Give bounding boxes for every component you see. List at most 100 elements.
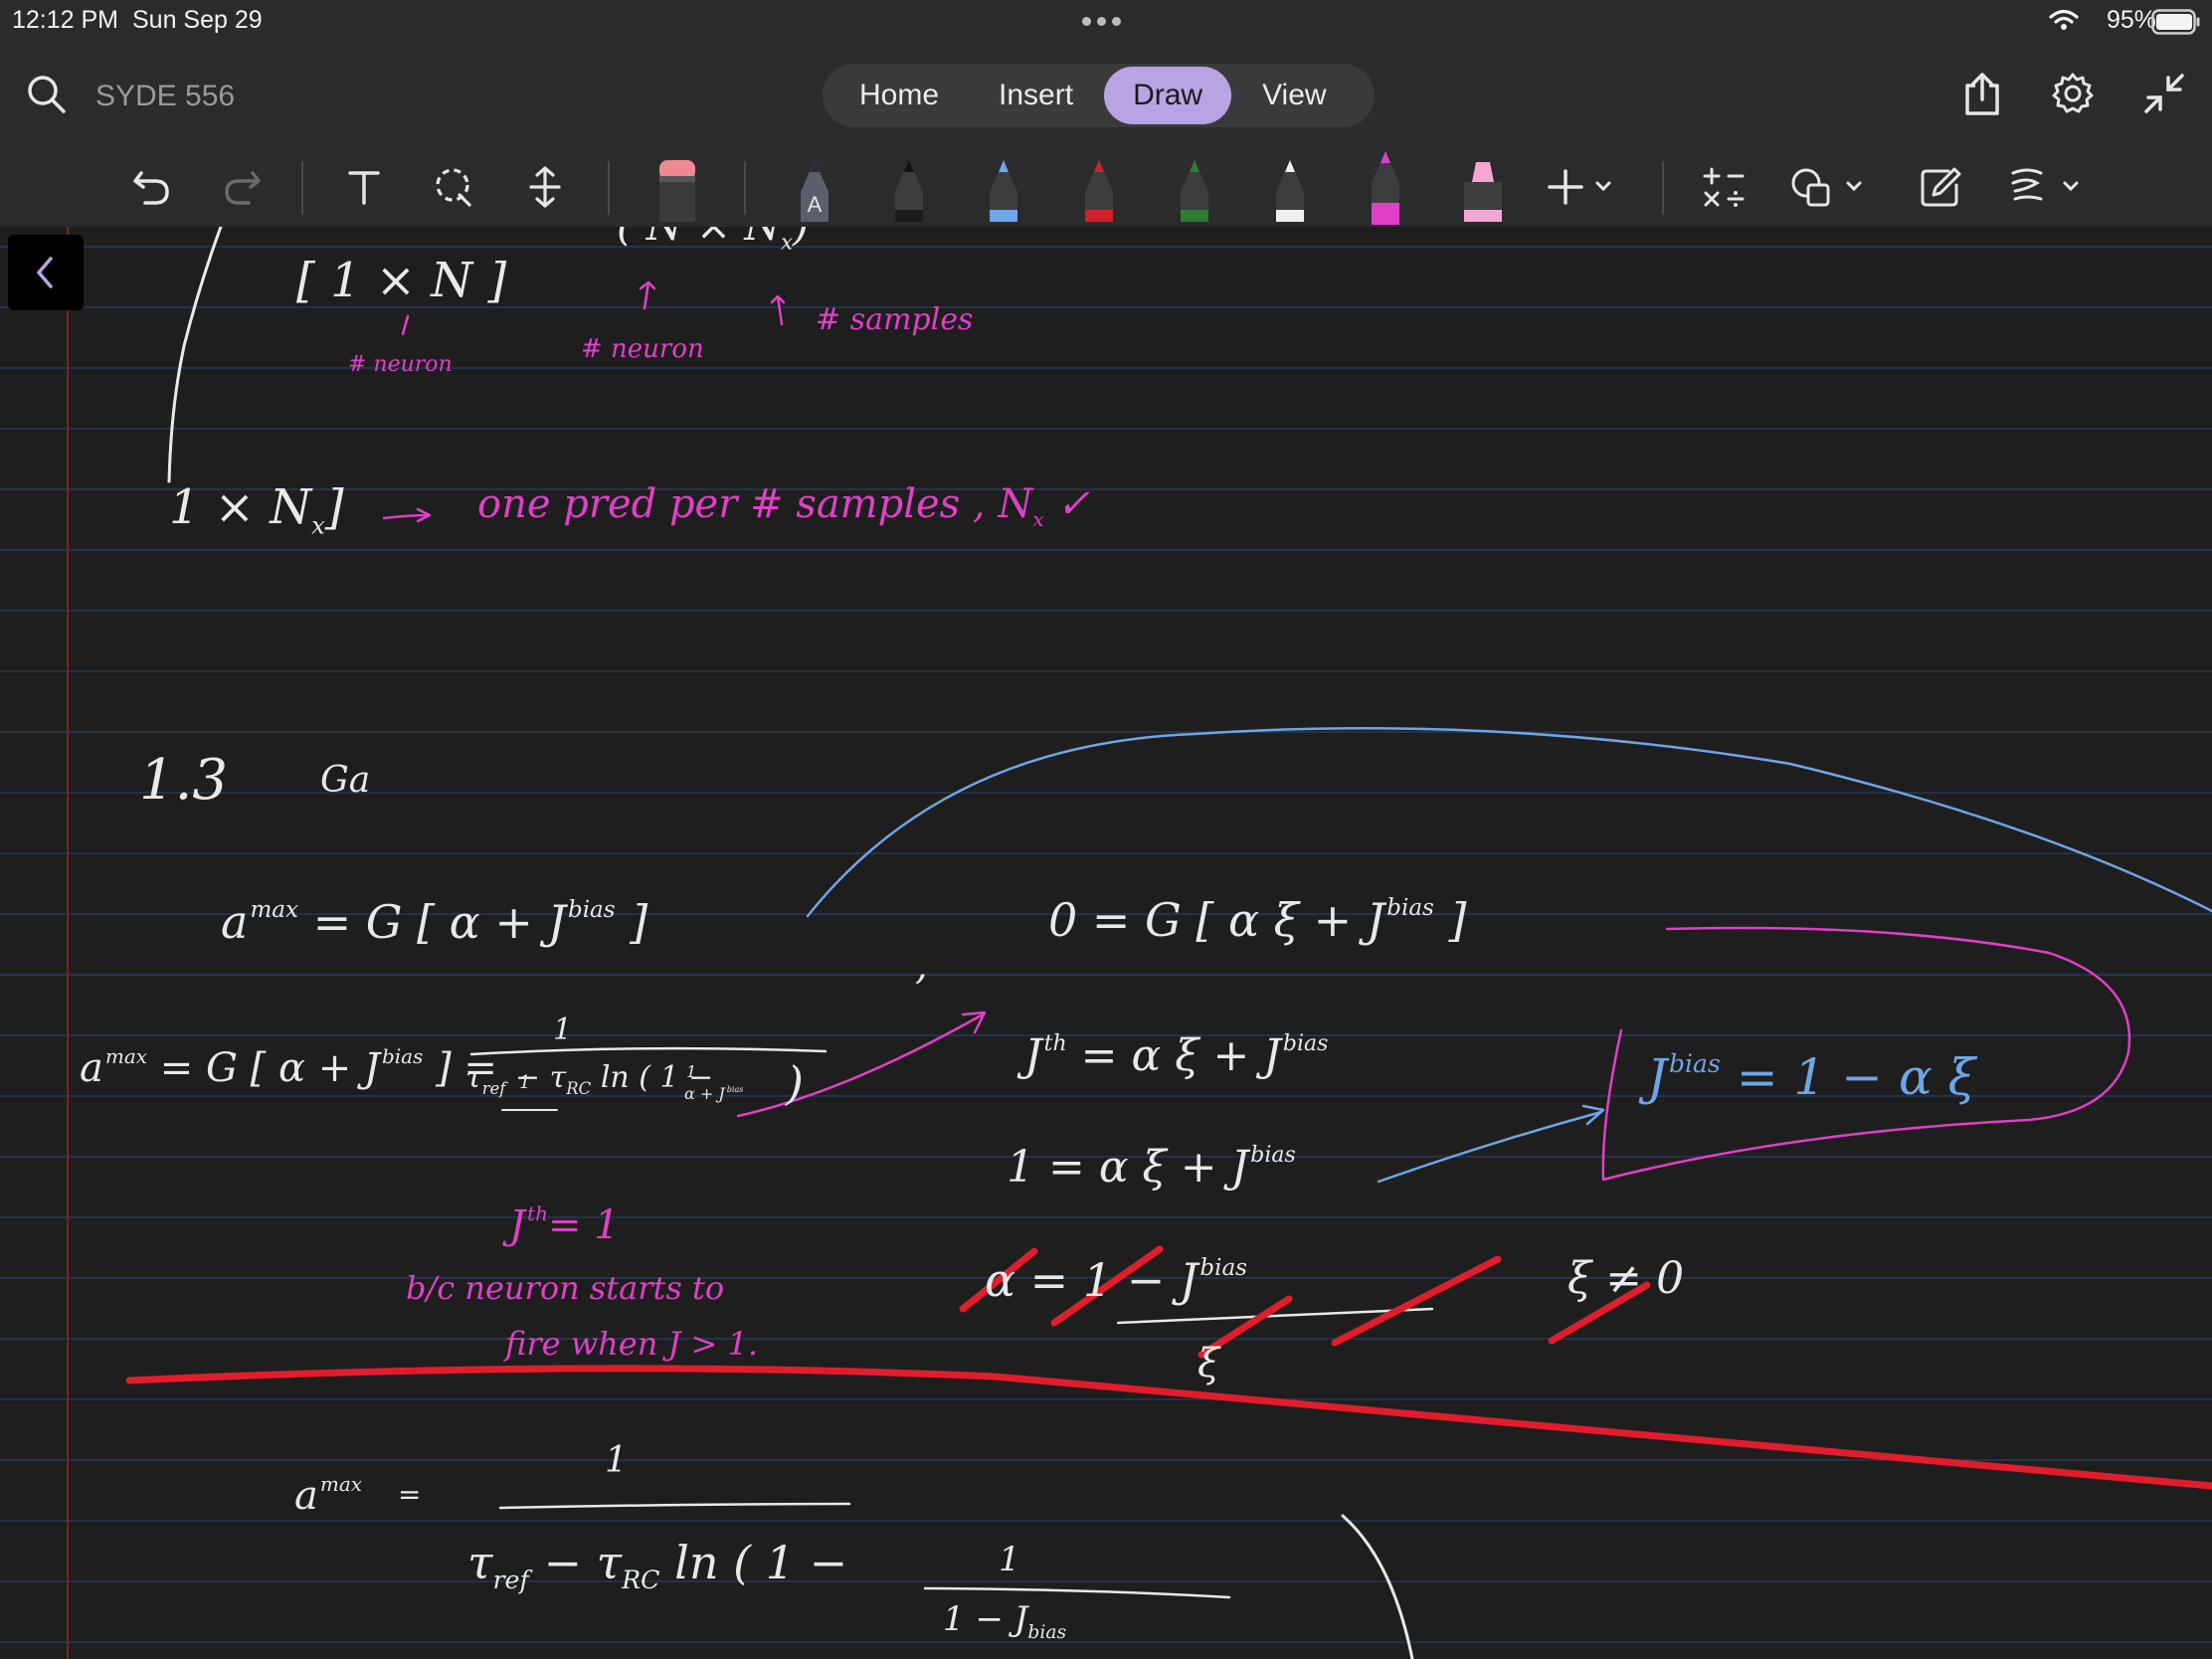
eq-comma: , — [915, 943, 928, 989]
matrix-NxNx-text: ( N × N — [617, 227, 781, 250]
tab-draw[interactable]: Draw — [1104, 67, 1232, 124]
pen-auto[interactable]: A — [790, 147, 839, 227]
label-neuron-2: # neuron — [581, 334, 704, 364]
eq-jbias-rhs: = 1 − α ξ — [1736, 1048, 1976, 1106]
eq-amax-rate-frac-den: α + Jbias — [684, 1084, 743, 1103]
eq-bottom-frac-den: 1 − Jbias — [943, 1599, 1066, 1643]
note-one-pred-sub: x — [1032, 507, 1044, 531]
eq-bottom-frac-den-sub: bias — [1027, 1621, 1067, 1643]
matrix-NxNx: ( N × Nx) — [617, 227, 809, 254]
toolbar-divider — [301, 161, 303, 215]
eq-bottom-den-minus: − τ — [543, 1536, 623, 1589]
eq-amax-gain-rest: = G [ α + J — [312, 895, 566, 949]
notebook-page-canvas[interactable]: [ 1 × N ] ( N × Nx) # neuron # neuron # … — [0, 227, 2212, 1659]
note-fire-when: fire when J > 1. — [505, 1325, 758, 1363]
svg-text:A: A — [808, 192, 823, 217]
pen-red[interactable] — [1074, 147, 1124, 227]
tab-home[interactable]: Home — [830, 67, 968, 124]
eq-bottom-amax-a: a — [294, 1473, 318, 1519]
status-date: Sun Sep 29 — [132, 6, 263, 34]
eq-jth-one-rhs: = 1 — [547, 1202, 620, 1248]
label-neuron-1: # neuron — [348, 352, 453, 377]
eq-amax-rate-den: τref − τRC ln ( 1 − — [465, 1060, 713, 1098]
eq-amax-rate-num: 1 — [553, 1013, 573, 1047]
eq-amax-gain-end: ] — [630, 895, 648, 949]
eq-amax-rate-den-ref: ref — [481, 1079, 506, 1098]
eq-jth-rhs: = α ξ + J — [1080, 1030, 1281, 1081]
eq-amax-rate-den-tau: τ — [465, 1060, 482, 1095]
note-bc-neuron: b/c neuron starts to — [406, 1269, 725, 1307]
eq-zero-gain: 0 = G [ α ξ + Jbias ] — [1048, 893, 1466, 947]
eq-crossed-alpha-text: α = 1 − J — [985, 1253, 1198, 1307]
eq-zero-gain-sup: bias — [1386, 895, 1434, 922]
top-bar: SYDE 556 Home Insert Draw View — [0, 44, 2212, 147]
eq-amax-rate-frac-num2: 1 — [686, 1062, 697, 1081]
eq-bottom-amax: a max — [294, 1472, 362, 1519]
eq-jth-sup2: bias — [1282, 1031, 1329, 1057]
eq-one-text: 1 = α ξ + J — [1007, 1142, 1249, 1193]
eq-amax-rate-frac-den-sup: bias — [726, 1084, 744, 1094]
undo-icon[interactable] — [125, 147, 177, 227]
eq-amax-rate-sup: max — [104, 1044, 148, 1068]
eq-bottom-num: 1 — [605, 1440, 628, 1481]
ink-to-text-icon[interactable] — [1916, 147, 1965, 227]
eq-jth-lhs: J — [1024, 1030, 1042, 1081]
pen-magenta[interactable] — [1361, 147, 1410, 227]
eraser-icon[interactable] — [650, 147, 704, 227]
redo-icon[interactable] — [217, 147, 269, 227]
eq-amax-rate-frac-num: 1 — [519, 1072, 531, 1093]
status-time: 12:12 PM — [12, 6, 119, 34]
battery-icon — [2151, 9, 2200, 35]
lasso-select-icon[interactable] — [428, 147, 479, 227]
matrix-1xNx: 1 × Nx] — [169, 479, 344, 540]
matrix-1xNx-end: ] — [324, 479, 344, 535]
settings-gear-icon[interactable] — [2051, 72, 2095, 115]
toolbar-divider — [744, 161, 746, 215]
tab-insert[interactable]: Insert — [970, 67, 1102, 124]
status-bar: 12:12 PM Sun Sep 29 95% — [0, 0, 2212, 44]
eq-crossed-alpha-sup: bias — [1199, 1255, 1247, 1282]
eq-bottom-den-rc: RC — [622, 1566, 660, 1595]
add-pen-icon[interactable] — [1548, 147, 1617, 227]
notebook-title[interactable]: SYDE 556 — [95, 80, 235, 113]
eq-bottom-equals: = — [398, 1478, 422, 1511]
eq-amax-rate-sup2: bias — [381, 1044, 424, 1068]
shapes-icon[interactable] — [1790, 147, 1870, 227]
eq-bottom-den-ln: ln ( 1 − — [674, 1536, 848, 1589]
replay-icon[interactable] — [2007, 147, 2087, 227]
share-icon[interactable] — [1961, 72, 2003, 117]
highlighter-pink[interactable] — [1456, 147, 1510, 227]
text-tool-icon[interactable] — [338, 147, 390, 227]
pen-blue[interactable] — [979, 147, 1028, 227]
eq-amax-rate-mid: = G [ α + J — [159, 1045, 380, 1091]
eq-jth-one: Jth= 1 — [509, 1201, 620, 1248]
note-one-pred-text: one pred per # samples , N — [477, 481, 1033, 527]
pen-white[interactable] — [1265, 147, 1315, 227]
eq-crossed-alpha: α = 1 − Jbias — [985, 1253, 1247, 1307]
eq-amax-rate-frac-den-text: α + J — [684, 1084, 725, 1103]
matrix-1xNx-text: 1 × N — [169, 479, 312, 535]
pen-green[interactable] — [1170, 147, 1219, 227]
tab-view[interactable]: View — [1233, 67, 1355, 124]
eq-jth-one-sup: th — [527, 1201, 548, 1225]
search-icon[interactable] — [26, 74, 68, 115]
collapse-sidebar-button[interactable] — [8, 235, 84, 310]
wifi-icon — [2049, 9, 2079, 30]
eq-amax-gain: amax = G [ α + Jbias ] — [221, 895, 647, 949]
multitasking-dots-icon[interactable] — [1082, 17, 1121, 26]
eq-xi-nonzero: ξ ≠ 0 — [1567, 1253, 1685, 1304]
add-space-icon[interactable] — [519, 147, 571, 227]
pen-black[interactable] — [884, 147, 934, 227]
ink-to-math-icon[interactable] — [1699, 147, 1749, 227]
eq-jbias-sup: bias — [1669, 1048, 1721, 1078]
matrix-1xN: [ 1 × N ] — [296, 253, 507, 308]
check-mark-icon: ✓ — [1056, 481, 1090, 527]
eq-amax-rate-close: ) — [786, 1056, 804, 1110]
note-one-pred: one pred per # samples , Nx ✓ — [477, 481, 1090, 531]
toolbar-divider — [1662, 161, 1664, 215]
eq-bottom-den-tau: τ — [467, 1536, 493, 1589]
matrix-NxNx-sub: x — [781, 230, 793, 255]
eq-amax-gain-sup2: bias — [567, 897, 616, 924]
collapse-arrows-icon[interactable] — [2142, 72, 2186, 115]
eq-amax-rate: a max = G [ α + Jbias ] = — [80, 1044, 497, 1091]
